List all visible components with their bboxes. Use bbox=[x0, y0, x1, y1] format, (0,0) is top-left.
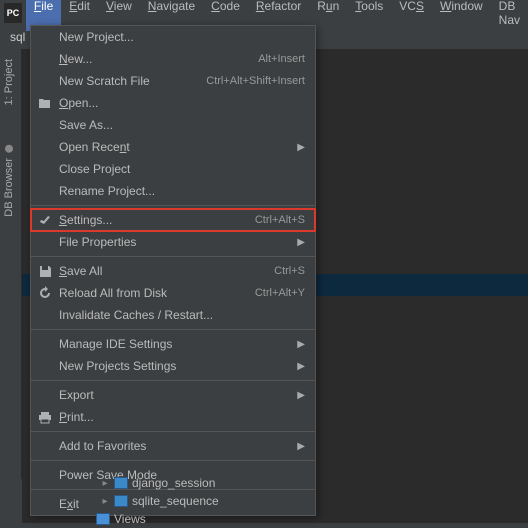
menu-item-label: Add to Favorites bbox=[59, 439, 291, 453]
file-menu-add-to-favorites[interactable]: Add to Favorites ▶ bbox=[31, 435, 315, 457]
file-menu-rename-project[interactable]: Rename Project... bbox=[31, 180, 315, 202]
shortcut-label: Ctrl+S bbox=[274, 265, 305, 277]
menu-item-label: Rename Project... bbox=[59, 184, 305, 198]
side-tab-project[interactable]: 1: Project bbox=[0, 49, 18, 115]
menu-item-label: Export bbox=[59, 388, 291, 402]
db-table-icon bbox=[114, 477, 128, 489]
file-menu-close-project[interactable]: Close Project bbox=[31, 158, 315, 180]
menu-item-label: Save As... bbox=[59, 118, 305, 132]
menu-vcs[interactable]: VCS bbox=[391, 0, 432, 31]
menu-item-label: Invalidate Caches / Restart... bbox=[59, 308, 305, 322]
reload-icon bbox=[37, 285, 53, 301]
blank-icon bbox=[37, 387, 53, 403]
file-menu-print[interactable]: Print... bbox=[31, 406, 315, 428]
menu-item-label: New Scratch File bbox=[59, 74, 206, 88]
menu-separator bbox=[31, 205, 315, 206]
view-table-icon bbox=[96, 513, 110, 525]
open-icon bbox=[37, 95, 53, 111]
side-tool-tabs: 1: Project DB Browser bbox=[0, 49, 22, 479]
shortcut-label: Ctrl+Alt+Y bbox=[255, 287, 305, 299]
tree-item-views[interactable]: Views bbox=[82, 510, 219, 528]
blank-icon bbox=[37, 117, 53, 133]
file-menu-new-project[interactable]: New Project... bbox=[31, 26, 315, 48]
blank-icon bbox=[37, 336, 53, 352]
save-icon bbox=[37, 263, 53, 279]
blank-icon bbox=[37, 358, 53, 374]
menu-item-label: Open... bbox=[59, 96, 305, 110]
shortcut-label: Ctrl+Alt+S bbox=[255, 214, 305, 226]
blank-icon bbox=[37, 496, 53, 512]
file-menu-reload-all-from-disk[interactable]: Reload All from DiskCtrl+Alt+Y bbox=[31, 282, 315, 304]
toolbar-breadcrumb: sql bbox=[10, 30, 25, 44]
file-menu-new-projects-settings[interactable]: New Projects Settings ▶ bbox=[31, 355, 315, 377]
tree-item-label: django_session bbox=[132, 476, 215, 490]
submenu-arrow-icon: ▶ bbox=[297, 237, 305, 248]
menu-item-label: Print... bbox=[59, 410, 305, 424]
file-menu-invalidate-caches-restart[interactable]: Invalidate Caches / Restart... bbox=[31, 304, 315, 326]
file-menu-dropdown: New Project...New...Alt+InsertNew Scratc… bbox=[30, 25, 316, 516]
file-menu-new-scratch-file[interactable]: New Scratch FileCtrl+Alt+Shift+Insert bbox=[31, 70, 315, 92]
submenu-arrow-icon: ▶ bbox=[297, 142, 305, 153]
db-browser-icon bbox=[5, 145, 13, 153]
menu-separator bbox=[31, 431, 315, 432]
file-menu-manage-ide-settings[interactable]: Manage IDE Settings ▶ bbox=[31, 333, 315, 355]
shortcut-label: Ctrl+Alt+Shift+Insert bbox=[206, 75, 305, 87]
menu-item-label: Settings... bbox=[59, 213, 255, 227]
menu-tools[interactable]: Tools bbox=[347, 0, 391, 31]
menu-item-label: Close Project bbox=[59, 162, 305, 176]
file-menu-open-recent[interactable]: Open Recent ▶ bbox=[31, 136, 315, 158]
side-tab-db-browser[interactable]: DB Browser bbox=[0, 135, 18, 227]
menu-separator bbox=[31, 460, 315, 461]
settings-icon bbox=[37, 212, 53, 228]
file-menu-file-properties[interactable]: File Properties ▶ bbox=[31, 231, 315, 253]
menu-item-label: Save All bbox=[59, 264, 274, 278]
file-menu-save-all[interactable]: Save AllCtrl+S bbox=[31, 260, 315, 282]
menu-item-label: New... bbox=[59, 52, 258, 66]
submenu-arrow-icon: ▶ bbox=[297, 441, 305, 452]
file-menu-export[interactable]: Export ▶ bbox=[31, 384, 315, 406]
menu-item-label: New Projects Settings bbox=[59, 359, 291, 373]
print-icon bbox=[37, 409, 53, 425]
project-tree: ▸ django_session ▸ sqlite_sequence Views bbox=[100, 474, 219, 528]
blank-icon bbox=[37, 73, 53, 89]
tree-item-label: Views bbox=[114, 512, 146, 526]
blank-icon bbox=[37, 139, 53, 155]
menu-separator bbox=[31, 329, 315, 330]
menu-item-label: Manage IDE Settings bbox=[59, 337, 291, 351]
menubar: PC FileEditViewNavigateCodeRefactorRunTo… bbox=[0, 0, 528, 25]
tree-item-sqlite-sequence[interactable]: ▸ sqlite_sequence bbox=[100, 492, 219, 510]
blank-icon bbox=[37, 29, 53, 45]
blank-icon bbox=[37, 438, 53, 454]
tree-expand-icon[interactable]: ▸ bbox=[100, 496, 110, 507]
file-menu-open[interactable]: Open... bbox=[31, 92, 315, 114]
blank-icon bbox=[37, 161, 53, 177]
menu-window[interactable]: Window bbox=[432, 0, 491, 31]
blank-icon bbox=[37, 467, 53, 483]
tree-item-django-session[interactable]: ▸ django_session bbox=[100, 474, 219, 492]
menu-item-label: Open Recent bbox=[59, 140, 291, 154]
ide-logo: PC bbox=[4, 3, 22, 23]
file-menu-new[interactable]: New...Alt+Insert bbox=[31, 48, 315, 70]
blank-icon bbox=[37, 51, 53, 67]
tree-expand-icon[interactable]: ▸ bbox=[100, 478, 110, 489]
shortcut-label: Alt+Insert bbox=[258, 53, 305, 65]
menu-db-nav[interactable]: DB Nav bbox=[491, 0, 528, 31]
menu-item-label: Reload All from Disk bbox=[59, 286, 255, 300]
menu-separator bbox=[31, 256, 315, 257]
submenu-arrow-icon: ▶ bbox=[297, 390, 305, 401]
file-menu-settings[interactable]: Settings...Ctrl+Alt+S bbox=[31, 209, 315, 231]
blank-icon bbox=[37, 183, 53, 199]
menu-item-label: File Properties bbox=[59, 235, 291, 249]
db-table-icon bbox=[114, 495, 128, 507]
submenu-arrow-icon: ▶ bbox=[297, 339, 305, 350]
file-menu-save-as[interactable]: Save As... bbox=[31, 114, 315, 136]
blank-icon bbox=[37, 234, 53, 250]
menu-item-label: New Project... bbox=[59, 30, 305, 44]
tree-item-label: sqlite_sequence bbox=[132, 494, 219, 508]
menu-separator bbox=[31, 380, 315, 381]
submenu-arrow-icon: ▶ bbox=[297, 361, 305, 372]
blank-icon bbox=[37, 307, 53, 323]
